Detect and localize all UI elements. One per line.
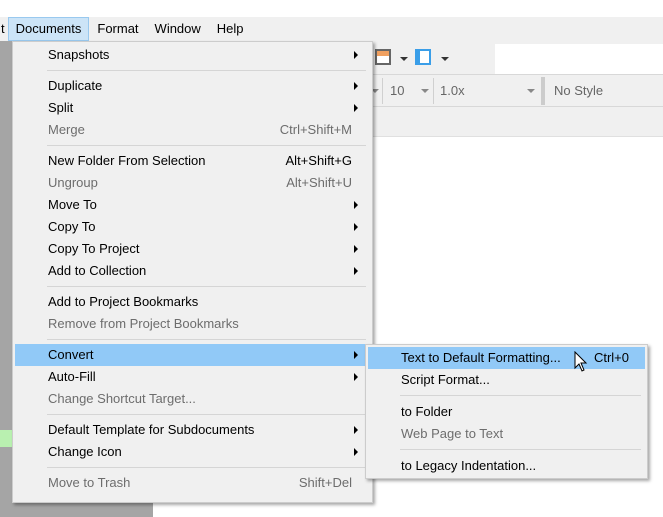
shortcut-label: Ctrl+Shift+M <box>279 122 352 137</box>
menu-item-label: Script Format... <box>401 372 490 387</box>
menu-item-label: Ungroup <box>48 175 98 190</box>
shortcut-label: Shift+Del <box>298 475 352 490</box>
menu-item-label: Merge <box>48 122 85 137</box>
selected-row-indicator <box>0 430 12 447</box>
menu-item-to-folder[interactable]: to Folder <box>368 401 645 423</box>
menu-separator <box>368 445 645 455</box>
line-spacing-select[interactable]: 1.0x <box>440 77 465 105</box>
menu-item-default-template-for-subdocuments[interactable]: Default Template for Subdocuments <box>15 419 370 441</box>
shortcut-label: Alt+Shift+U <box>286 175 352 190</box>
menu-item-remove-from-project-bookmarks[interactable]: Remove from Project Bookmarks <box>15 313 370 335</box>
menu-item-label: Copy To <box>48 219 96 234</box>
menu-item-text-to-default-formatting[interactable]: Text to Default Formatting... Ctrl+0 <box>368 347 645 369</box>
menu-separator <box>15 335 370 344</box>
menu-item-change-icon[interactable]: Change Icon <box>15 441 370 463</box>
font-size-select[interactable]: 10 <box>390 77 404 105</box>
menu-separator <box>368 391 645 401</box>
menu-item-label: Default Template for Subdocuments <box>48 422 255 437</box>
menu-help[interactable]: Help <box>209 17 252 41</box>
divider <box>382 78 383 104</box>
menu-item-label: Remove from Project Bookmarks <box>48 316 239 331</box>
submenu-arrow-icon <box>354 267 358 275</box>
menu-window[interactable]: Window <box>147 17 209 41</box>
divider <box>541 77 545 105</box>
menu-item-label: to Legacy Indentation... <box>401 458 537 473</box>
menu-format[interactable]: Format <box>89 17 146 41</box>
menu-item-label: Web Page to Text <box>401 426 504 441</box>
menu-item-label: Copy To Project <box>48 241 140 256</box>
menu-item-label: Convert <box>48 347 94 362</box>
submenu-arrow-icon <box>354 223 358 231</box>
menu-item-move-to-trash[interactable]: Move to Trash Shift+Del <box>15 472 370 494</box>
menu-item-convert[interactable]: Convert <box>15 344 370 366</box>
layout-icon[interactable] <box>375 49 391 65</box>
menu-item-copy-to[interactable]: Copy To <box>15 216 370 238</box>
documents-menu: Snapshots Duplicate Split Merge Ctrl+Shift+M… <box>12 41 373 503</box>
menu-item-move-to[interactable]: Move To <box>15 194 370 216</box>
panel-icon[interactable] <box>415 49 431 65</box>
menu-item-label: Move To <box>48 197 97 212</box>
menu-edit[interactable]: t <box>0 17 8 41</box>
shortcut-label: Alt+Shift+G <box>285 153 352 168</box>
menu-item-merge[interactable]: Merge Ctrl+Shift+M <box>15 119 370 141</box>
menu-item-label: Change Icon <box>48 444 122 459</box>
divider <box>433 78 434 104</box>
menu-item-label: Duplicate <box>48 78 103 93</box>
menu-item-snapshots[interactable]: Snapshots <box>15 44 370 66</box>
submenu-arrow-icon <box>354 245 358 253</box>
menu-item-split[interactable]: Split <box>15 97 370 119</box>
convert-submenu: Text to Default Formatting... Ctrl+0 Scrip… <box>365 344 648 479</box>
menu-item-new-folder-from-selection[interactable]: New Folder From Selection Alt+Shift+G <box>15 150 370 172</box>
chevron-down-icon[interactable] <box>441 57 449 61</box>
menu-item-label: Add to Collection <box>48 263 147 278</box>
submenu-arrow-icon <box>354 82 358 90</box>
menu-item-label: Move to Trash <box>48 475 131 490</box>
menu-item-duplicate[interactable]: Duplicate <box>15 75 370 97</box>
menu-item-auto-fill[interactable]: Auto-Fill <box>15 366 370 388</box>
submenu-arrow-icon <box>354 201 358 209</box>
submenu-arrow-icon <box>354 51 358 59</box>
submenu-arrow-icon <box>354 104 358 112</box>
menu-item-label: Text to Default Formatting... <box>401 350 561 365</box>
menu-item-script-format[interactable]: Script Format... <box>368 369 645 391</box>
mouse-cursor-icon <box>574 351 588 372</box>
chevron-down-icon[interactable] <box>400 57 408 61</box>
chevron-down-icon[interactable] <box>527 89 535 93</box>
menu-item-ungroup[interactable]: Ungroup Alt+Shift+U <box>15 172 370 194</box>
menu-item-label: New Folder From Selection <box>48 153 206 168</box>
submenu-arrow-icon <box>354 448 358 456</box>
menubar: t Documents Format Window Help <box>0 17 663 41</box>
menu-item-label: Add to Project Bookmarks <box>48 294 199 309</box>
menu-item-label: to Folder <box>401 404 453 419</box>
menu-item-label: Split <box>48 100 74 115</box>
toolbar-search-area[interactable] <box>495 44 663 74</box>
submenu-arrow-icon <box>354 426 358 434</box>
menu-item-label: Snapshots <box>48 47 110 62</box>
menu-separator <box>15 410 370 419</box>
menu-item-change-shortcut-target[interactable]: Change Shortcut Target... <box>15 388 370 410</box>
menu-separator <box>15 66 370 75</box>
style-select[interactable]: No Style <box>554 77 603 105</box>
menu-item-copy-to-project[interactable]: Copy To Project <box>15 238 370 260</box>
menu-item-add-to-collection[interactable]: Add to Collection <box>15 260 370 282</box>
menu-separator <box>15 463 370 472</box>
menu-separator <box>15 282 370 291</box>
chevron-down-icon[interactable] <box>421 89 429 93</box>
menu-item-add-to-project-bookmarks[interactable]: Add to Project Bookmarks <box>15 291 370 313</box>
menu-item-label: Change Shortcut Target... <box>48 391 196 406</box>
menu-separator <box>15 141 370 150</box>
menu-documents[interactable]: Documents <box>7 17 90 41</box>
menu-item-label: Auto-Fill <box>48 369 96 384</box>
submenu-arrow-icon <box>354 351 358 359</box>
shortcut-label: Ctrl+0 <box>593 350 629 365</box>
menu-item-to-legacy-indentation[interactable]: to Legacy Indentation... <box>368 455 645 477</box>
submenu-arrow-icon <box>354 373 358 381</box>
menu-item-web-page-to-text[interactable]: Web Page to Text <box>368 423 645 445</box>
